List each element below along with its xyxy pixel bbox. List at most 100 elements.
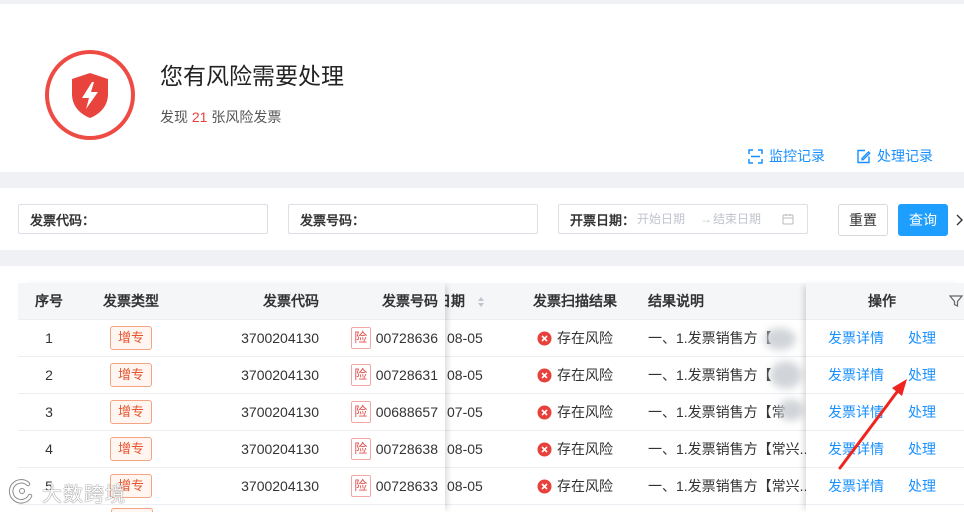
table-row: 08-05 存在风险 一、1.发票销售方【 bbox=[445, 320, 806, 357]
monitor-records-link[interactable]: 监控记录 bbox=[748, 146, 825, 166]
invoice-date-label: 开票日期： bbox=[570, 212, 636, 228]
chevron-right-icon[interactable] bbox=[956, 213, 963, 229]
table-row: 发票详情 处理 bbox=[806, 431, 964, 468]
close-circle-icon bbox=[537, 331, 552, 346]
column-header-date[interactable]: 日期 bbox=[445, 283, 465, 319]
invoice-date-range-field[interactable]: 开票日期： → bbox=[558, 204, 808, 234]
table-row: 07-05 存在风险 一、1.发票销售方【常 bbox=[445, 394, 806, 431]
table-row: 4 增专 3700204130 险 00728638 bbox=[18, 431, 445, 468]
invoice-number-label: 发票号码： bbox=[300, 212, 366, 228]
scan-result-text: 存在风险 bbox=[557, 441, 613, 457]
handle-link[interactable]: 处理 bbox=[908, 468, 936, 504]
sort-icon[interactable] bbox=[477, 295, 485, 311]
handle-link[interactable]: 处理 bbox=[908, 320, 936, 356]
table-scroll-area[interactable]: 日期 发票扫描结果 结果说明 08-05 存在风险 一、1.发票销售方【 08-… bbox=[445, 283, 806, 512]
date-range-separator: → bbox=[700, 212, 713, 226]
watermark: 大数跨境 bbox=[8, 478, 126, 507]
table-row: 3 增专 3700204130 险 00688657 bbox=[18, 394, 445, 431]
row-index: 4 bbox=[45, 441, 53, 457]
invoice-number: 00728636 bbox=[375, 330, 438, 346]
table-fixed-right: 操作 发票详情 处理 发票详情 处理 发票详情 处理 发票详情 处理 发票详情 … bbox=[806, 283, 964, 512]
reset-button[interactable]: 重置 bbox=[838, 204, 888, 236]
invoice-type-badge: 增专 bbox=[110, 363, 152, 387]
monitor-records-label: 监控记录 bbox=[769, 148, 825, 164]
watermark-text: 大数跨境 bbox=[42, 482, 126, 506]
risk-summary: 发现 21 张风险发票 bbox=[160, 107, 281, 127]
filter-bar: 发票代码： 发票号码： 开票日期： → 重置 查询 bbox=[0, 188, 964, 250]
row-index: 1 bbox=[45, 330, 53, 346]
invoice-detail-link[interactable]: 发票详情 bbox=[828, 320, 884, 356]
invoice-number: 00728633 bbox=[375, 478, 438, 494]
invoice-type-cell: 增专 bbox=[80, 431, 182, 467]
risk-alert-card: 您有风险需要处理 发现 21 张风险发票 监控记录 处理记录 bbox=[0, 4, 964, 172]
invoice-code: 3700204130 bbox=[241, 367, 319, 383]
invoice-detail-link[interactable]: 发票详情 bbox=[828, 431, 884, 467]
invoice-table: 序号 发票类型 发票代码 发票号码 1 增专 3700204130 险 00728… bbox=[0, 266, 964, 512]
filter-icon[interactable] bbox=[948, 294, 964, 311]
handle-link[interactable]: 处理 bbox=[908, 357, 936, 393]
partial-row-badge bbox=[111, 508, 153, 512]
invoice-date: 08-05 bbox=[447, 441, 483, 457]
risk-summary-prefix: 发现 bbox=[160, 109, 192, 125]
invoice-code: 3700204130 bbox=[241, 330, 319, 346]
invoice-code-label: 发票代码： bbox=[30, 212, 96, 228]
column-header-index: 序号 bbox=[35, 293, 63, 309]
close-circle-icon bbox=[537, 479, 552, 494]
column-header-code: 发票代码 bbox=[263, 293, 319, 309]
row-index: 2 bbox=[45, 367, 53, 383]
invoice-number-field[interactable]: 发票号码： bbox=[288, 204, 538, 234]
end-date-input[interactable] bbox=[713, 206, 780, 232]
close-circle-icon bbox=[537, 368, 552, 383]
invoice-number: 00688657 bbox=[375, 404, 438, 420]
scan-result-text: 存在风险 bbox=[557, 330, 613, 346]
calendar-icon[interactable] bbox=[782, 213, 794, 225]
handle-link[interactable]: 处理 bbox=[908, 394, 936, 430]
result-description: 一、1.发票销售方【常兴... bbox=[648, 478, 806, 494]
invoice-code: 3700204130 bbox=[241, 404, 319, 420]
table-header: 日期 发票扫描结果 结果说明 bbox=[445, 283, 806, 320]
query-button[interactable]: 查询 bbox=[898, 204, 948, 236]
table-row: 发票详情 处理 bbox=[806, 468, 964, 505]
column-header-number: 发票号码 bbox=[382, 293, 438, 309]
invoice-number: 00728631 bbox=[375, 367, 438, 383]
table-row: 2 增专 3700204130 险 00728631 bbox=[18, 357, 445, 394]
invoice-number-input[interactable] bbox=[365, 206, 526, 232]
invoice-code-input[interactable] bbox=[95, 206, 256, 232]
processing-records-label: 处理记录 bbox=[877, 148, 933, 164]
invoice-number-cell: 险 00728636 bbox=[330, 320, 445, 356]
invoice-code-field[interactable]: 发票代码： bbox=[18, 204, 268, 234]
redaction-blur bbox=[770, 361, 802, 389]
invoice-date: 08-05 bbox=[447, 478, 483, 494]
start-date-input[interactable] bbox=[633, 206, 700, 232]
invoice-number-cell: 险 00728633 bbox=[330, 468, 445, 504]
scan-icon bbox=[748, 148, 763, 164]
risk-badge: 险 bbox=[350, 401, 371, 423]
table-row: 1 增专 3700204130 险 00728636 bbox=[18, 320, 445, 357]
table-row: 08-05 存在风险 一、1.发票销售方【常兴... bbox=[445, 431, 806, 468]
invoice-detail-link[interactable]: 发票详情 bbox=[828, 394, 884, 430]
handle-link[interactable]: 处理 bbox=[908, 431, 936, 467]
invoice-detail-link[interactable]: 发票详情 bbox=[828, 468, 884, 504]
risk-badge: 险 bbox=[350, 327, 371, 349]
close-circle-icon bbox=[537, 405, 552, 420]
invoice-number-cell: 险 00728631 bbox=[330, 357, 445, 393]
invoice-type-badge: 增专 bbox=[110, 400, 152, 424]
invoice-detail-link[interactable]: 发票详情 bbox=[828, 357, 884, 393]
processing-records-link[interactable]: 处理记录 bbox=[856, 146, 933, 166]
watermark-logo-icon bbox=[8, 478, 36, 507]
scan-result-cell: 存在风险 bbox=[537, 431, 613, 467]
scan-result-cell: 存在风险 bbox=[537, 394, 613, 430]
scan-result-cell: 存在风险 bbox=[537, 357, 613, 393]
invoice-number-cell: 险 00688657 bbox=[330, 394, 445, 430]
column-header-scan-result: 发票扫描结果 bbox=[533, 293, 617, 309]
risk-badge: 险 bbox=[350, 438, 371, 460]
invoice-type-badge: 增专 bbox=[110, 326, 152, 350]
scan-result-cell: 存在风险 bbox=[537, 468, 613, 504]
table-row: 发票详情 处理 bbox=[806, 394, 964, 431]
invoice-type-cell: 增专 bbox=[80, 320, 182, 356]
page-title: 您有风险需要处理 bbox=[160, 63, 344, 89]
column-header-actions: 操作 bbox=[868, 293, 896, 309]
invoice-number: 00728638 bbox=[375, 441, 438, 457]
invoice-type-cell: 增专 bbox=[80, 394, 182, 430]
invoice-date: 07-05 bbox=[447, 404, 483, 420]
